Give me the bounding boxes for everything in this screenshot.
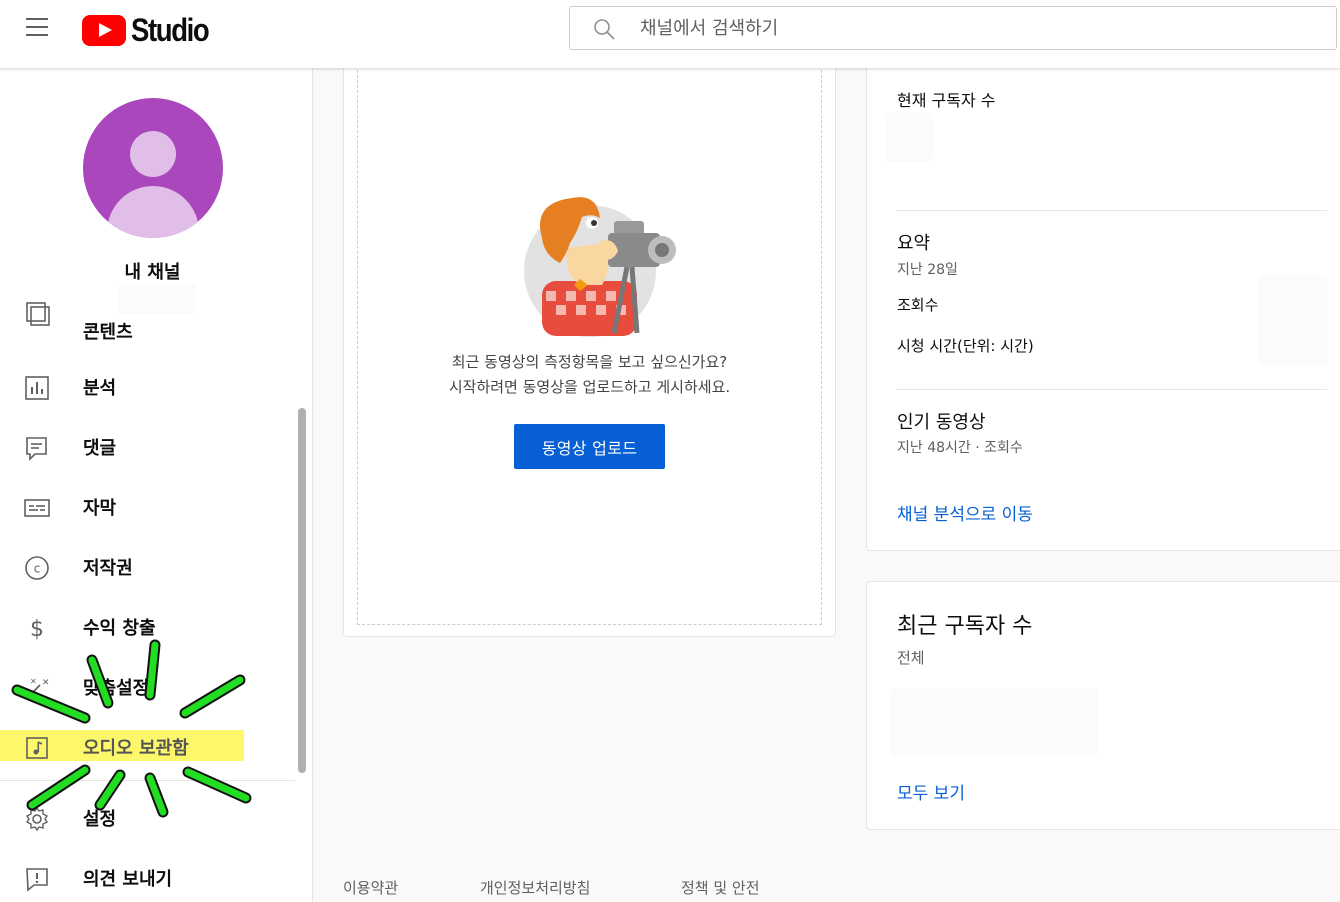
logo-text: Studio <box>131 12 210 48</box>
feedback-icon <box>26 868 48 892</box>
analytics-icon <box>25 376 49 400</box>
sidebar-item-settings[interactable]: 설정 <box>0 788 295 848</box>
summary-period: 지난 28일 <box>897 262 958 278</box>
summary-title: 요약 <box>897 233 931 254</box>
comments-icon <box>26 437 47 461</box>
gear-icon <box>25 806 49 832</box>
top-videos-title: 인기 동영상 <box>897 412 986 433</box>
card-divider <box>896 210 1327 211</box>
sidebar-item-audio-library[interactable]: 오디오 보관함 <box>0 717 295 777</box>
footer-terms-link[interactable]: 이용약관 <box>343 877 398 898</box>
channel-avatar[interactable] <box>83 98 223 238</box>
sidebar-item-label: 댓글 <box>83 438 117 459</box>
sidebar-item-comments[interactable]: 댓글 <box>0 417 295 477</box>
sidebar-item-monetization[interactable]: $ 수익 창출 <box>0 597 295 657</box>
sidebar: 내 채널 콘텐츠 분석 댓글 자막 c 저작권 $ 수익 창출 ✕ ✕ 맞춤설정… <box>0 68 313 902</box>
top-header: Studio <box>0 0 1340 68</box>
see-all-link[interactable]: 모두 보기 <box>897 779 965 804</box>
sidebar-divider <box>0 780 295 781</box>
sidebar-item-content[interactable]: 콘텐츠 <box>0 296 295 340</box>
svg-text:c: c <box>34 562 41 576</box>
sidebar-item-analytics[interactable]: 분석 <box>0 357 295 417</box>
copyright-icon: c <box>25 556 49 580</box>
svg-text:$: $ <box>30 617 44 641</box>
sidebar-item-subtitles[interactable]: 자막 <box>0 477 295 537</box>
footer-privacy-link[interactable]: 개인정보처리방침 <box>480 877 590 898</box>
svg-text:✕: ✕ <box>42 678 50 688</box>
no-video-prompt-line2: 시작하려면 동영상을 업로드하고 게시하세요. <box>448 378 731 396</box>
sidebar-item-label: 저작권 <box>83 558 133 579</box>
current-subscribers-label: 현재 구독자 수 <box>897 91 996 110</box>
subscriber-count-blurred <box>885 112 933 162</box>
search-input[interactable] <box>640 13 1300 43</box>
dollar-icon: $ <box>30 617 44 641</box>
magic-wand-icon: ✕ ✕ <box>27 677 50 698</box>
recent-subscriber-list-blurred <box>890 688 1098 756</box>
sidebar-item-label: 수익 창출 <box>83 618 156 639</box>
svg-text:✕: ✕ <box>30 677 37 686</box>
camera-person-illustration <box>524 197 676 337</box>
avatar-head <box>130 131 176 177</box>
sidebar-item-label: 맞춤설정 <box>83 678 150 699</box>
menu-icon[interactable] <box>24 16 52 38</box>
views-label: 조회수 <box>897 296 939 314</box>
content-icon <box>26 302 50 326</box>
top-videos-subtitle: 지난 48시간 · 조회수 <box>897 440 1023 456</box>
subtitles-icon <box>24 499 50 517</box>
sidebar-item-label: 콘텐츠 <box>83 322 133 340</box>
audio-library-icon <box>26 737 48 759</box>
channel-name: 내 채널 <box>124 262 181 283</box>
footer-policy-link[interactable]: 정책 및 안전 <box>681 877 760 898</box>
sidebar-item-label: 분석 <box>83 378 117 399</box>
search-box[interactable] <box>569 6 1337 50</box>
sidebar-item-feedback[interactable]: 의견 보내기 <box>0 848 295 902</box>
youtube-logo-icon <box>82 15 126 46</box>
sidebar-item-label: 자막 <box>83 498 117 519</box>
studio-logo[interactable]: Studio <box>82 12 221 49</box>
sidebar-scrollbar[interactable] <box>298 408 306 773</box>
sidebar-item-label: 의견 보내기 <box>83 869 173 890</box>
recent-subscribers-filter: 전체 <box>897 649 925 667</box>
sidebar-item-label: 오디오 보관함 <box>83 738 189 759</box>
sidebar-item-label: 설정 <box>83 809 117 830</box>
go-to-analytics-link[interactable]: 채널 분석으로 이동 <box>897 500 1033 525</box>
sidebar-item-copyright[interactable]: c 저작권 <box>0 537 295 597</box>
recent-subscribers-title: 최근 구독자 수 <box>897 614 1033 639</box>
stats-values-blurred <box>1258 275 1328 365</box>
card-divider <box>896 389 1327 390</box>
sidebar-item-customization[interactable]: ✕ ✕ 맞춤설정 <box>0 657 295 717</box>
upload-video-button[interactable]: 동영상 업로드 <box>514 424 665 469</box>
avatar-body <box>107 186 199 238</box>
watch-time-label: 시청 시간(단위: 시간) <box>897 337 1034 355</box>
no-video-prompt-line1: 최근 동영상의 측정항목을 보고 싶으신가요? <box>451 353 728 371</box>
search-icon[interactable] <box>592 17 616 41</box>
